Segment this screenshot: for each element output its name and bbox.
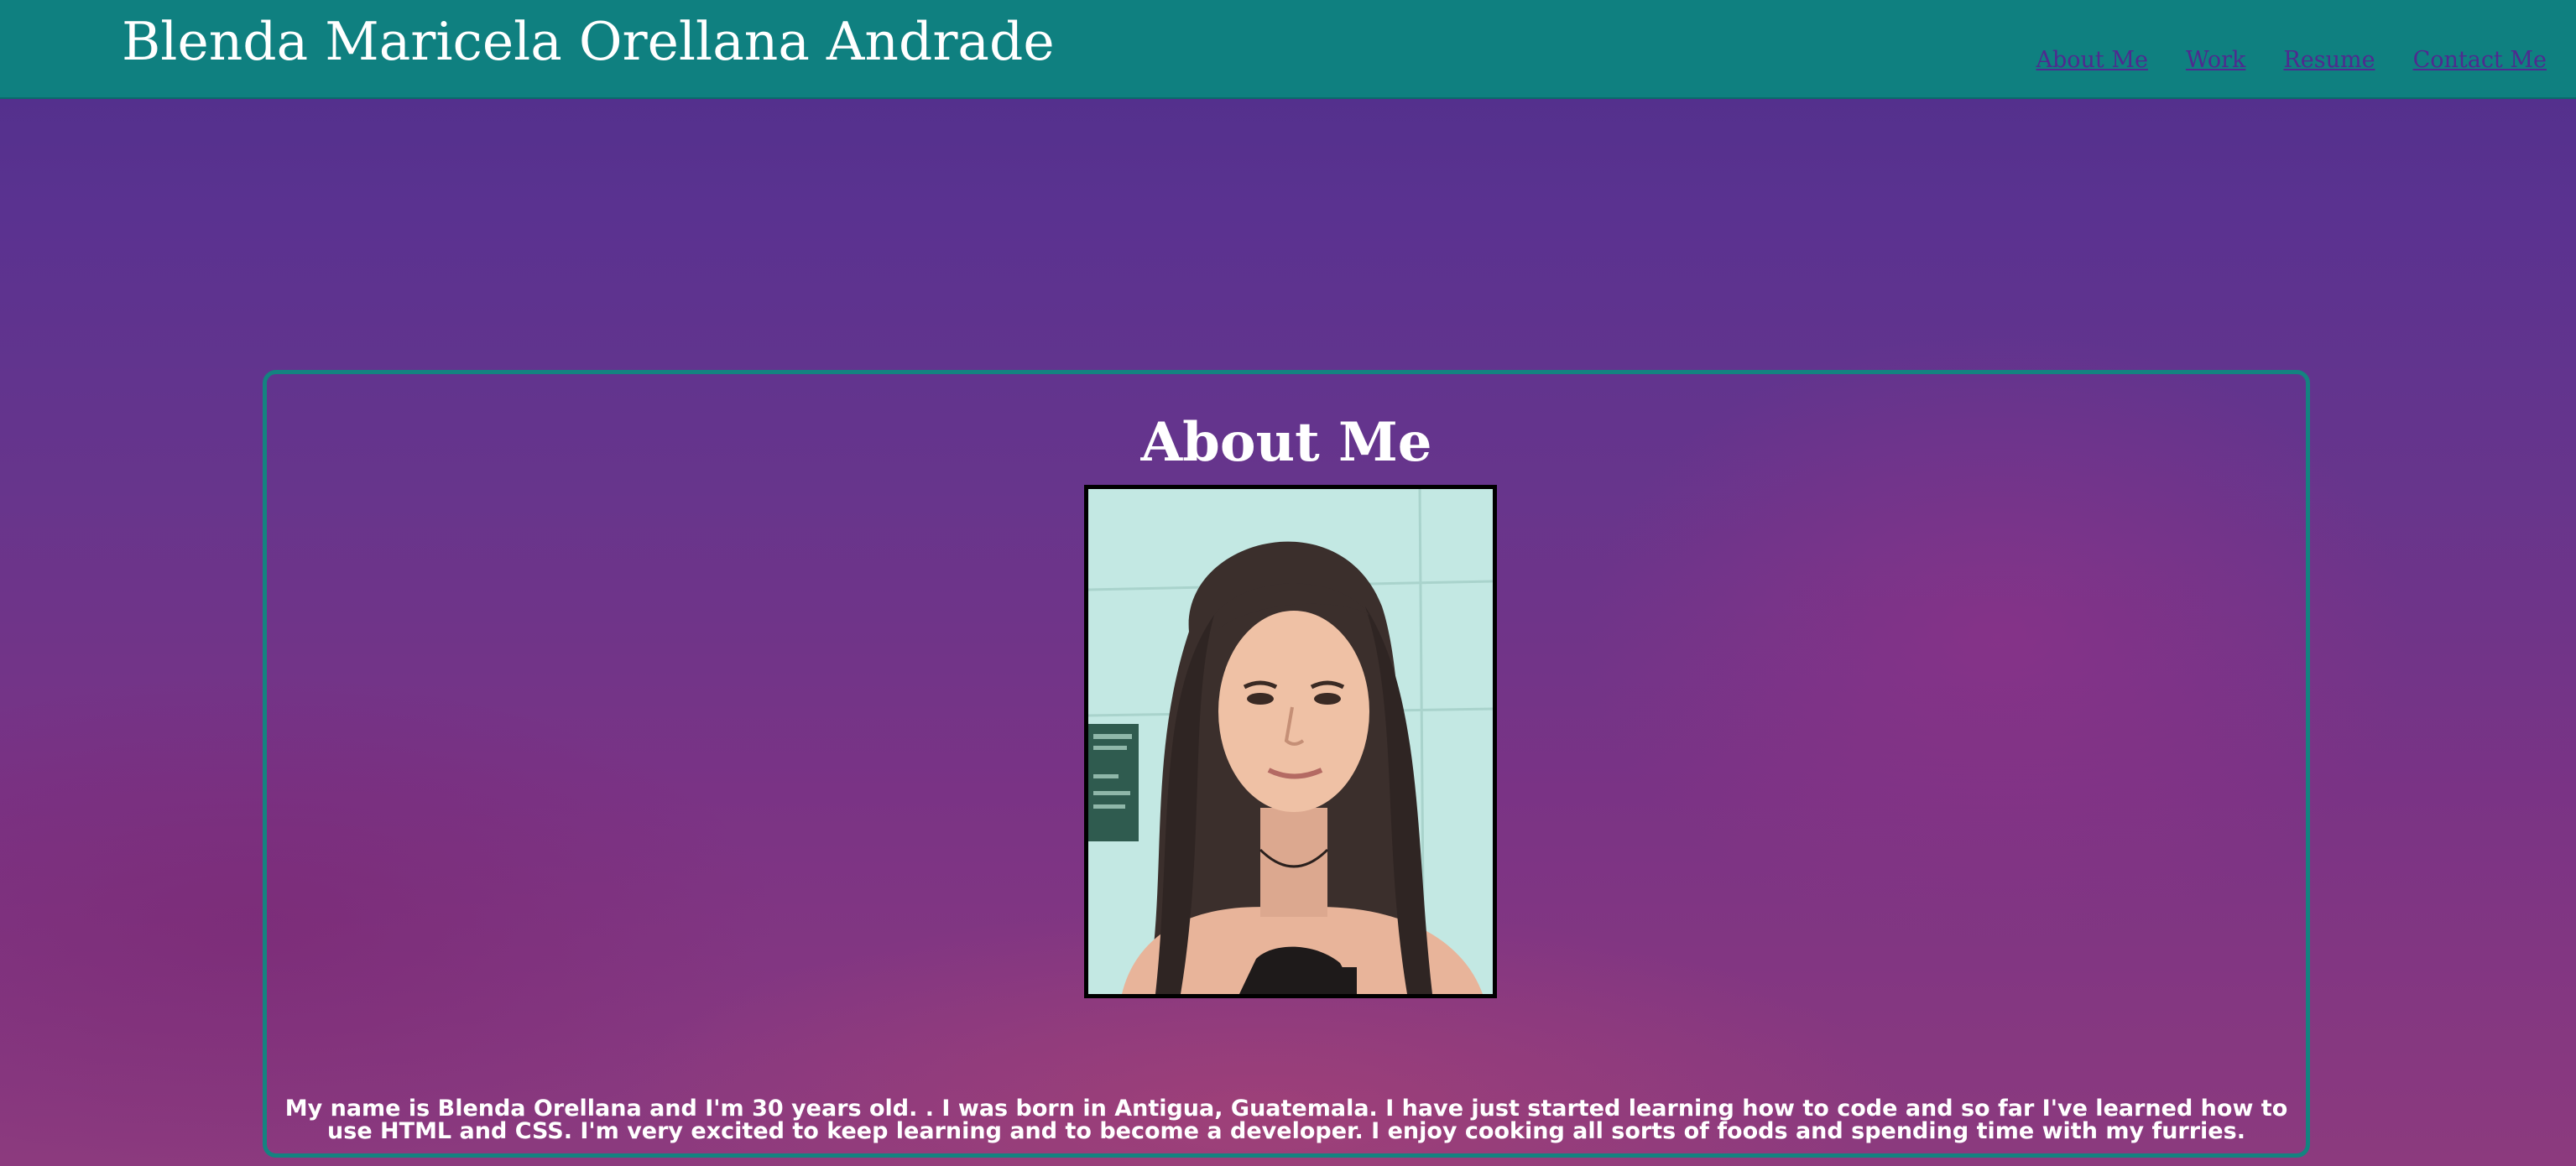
profile-photo <box>1084 485 1497 998</box>
nav-link-about-me[interactable]: About Me <box>2036 47 2147 73</box>
nav-link-contact-me[interactable]: Contact Me <box>2413 47 2547 73</box>
site-title: Blenda Maricela Orellana Andrade <box>122 11 1055 72</box>
site-header: Blenda Maricela Orellana Andrade About M… <box>0 0 2576 99</box>
portrait-icon <box>1088 489 1493 994</box>
nav-link-resume[interactable]: Resume <box>2283 47 2375 73</box>
nav-link-work[interactable]: Work <box>2186 47 2245 73</box>
main-nav: About Me Work Resume Contact Me <box>2036 47 2547 73</box>
about-me-bio: My name is Blenda Orellana and I'm 30 ye… <box>284 1096 2288 1144</box>
about-me-heading: About Me <box>1140 411 1432 474</box>
about-me-section: About Me My name is Blenda Orellana and … <box>263 370 2310 1158</box>
